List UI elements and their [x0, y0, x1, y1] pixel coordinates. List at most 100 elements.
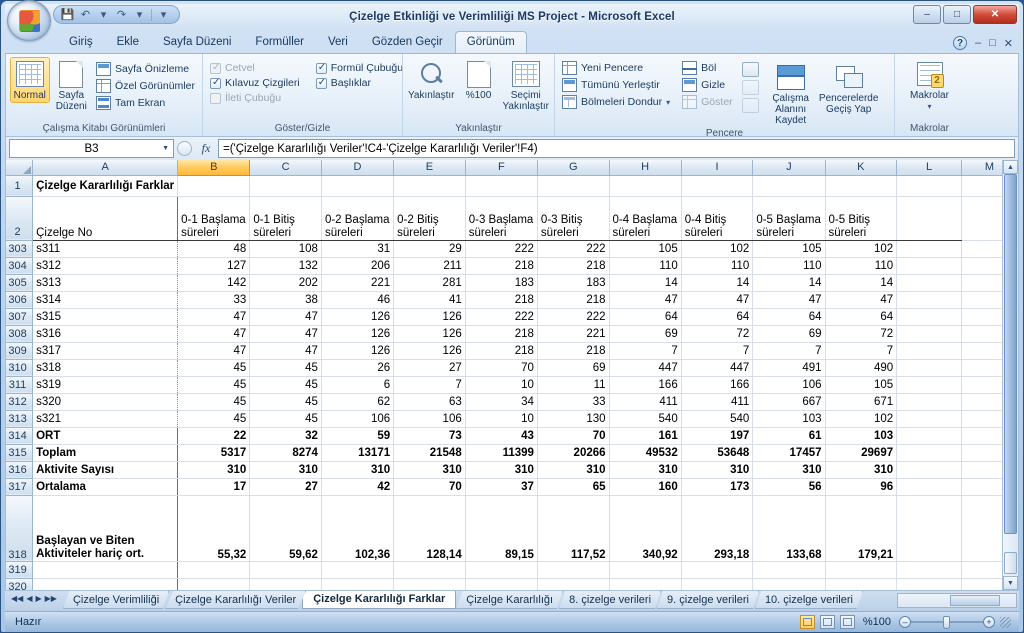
tab-gorunum[interactable]: Görünüm [454, 31, 527, 53]
cell-L320[interactable] [896, 578, 962, 590]
cell-D303[interactable]: 31 [321, 240, 395, 258]
cell-C314[interactable]: 32 [249, 427, 322, 445]
cell-E315[interactable]: 21548 [393, 444, 466, 462]
cell-K308[interactable]: 72 [825, 325, 898, 343]
cell-F310[interactable]: 70 [465, 359, 538, 377]
cell-C310[interactable]: 45 [249, 359, 322, 377]
cell-J304[interactable]: 110 [752, 257, 826, 275]
cell-H319[interactable] [609, 561, 682, 579]
cell-B317[interactable]: 17 [177, 478, 251, 496]
cell-L309[interactable] [896, 342, 962, 360]
row-header[interactable]: 319 [6, 561, 34, 579]
cell-i2[interactable]: 0-4 Bitiş süreleri [681, 196, 754, 241]
zoom-button[interactable]: Yakınlaştır [407, 57, 456, 103]
cell-a309[interactable]: s317 [32, 342, 179, 360]
cell-K306[interactable]: 47 [825, 291, 898, 309]
cell-E309[interactable]: 126 [393, 342, 466, 360]
cell-d2[interactable]: 0-2 Başlama süreleri [321, 196, 395, 241]
cell-F307[interactable]: 222 [465, 308, 538, 326]
sheet-tab-cizelge-verimliligi[interactable]: Çizelge Verimliliği [62, 591, 170, 609]
cell-K310[interactable]: 490 [825, 359, 898, 377]
cell-H312[interactable]: 411 [609, 393, 682, 411]
cell-a313[interactable]: s321 [32, 410, 179, 428]
cell-G319[interactable] [537, 561, 610, 579]
cell-a317[interactable]: Ortalama [32, 478, 179, 496]
row-header[interactable]: 317 [6, 478, 34, 496]
cell-L315[interactable] [896, 444, 962, 462]
cell-H320[interactable] [609, 578, 682, 590]
cell-a311[interactable]: s319 [32, 376, 179, 394]
cell-K307[interactable]: 64 [825, 308, 898, 326]
cell-F316[interactable]: 310 [465, 461, 538, 479]
cell-J310[interactable]: 491 [752, 359, 826, 377]
cell-K313[interactable]: 102 [825, 410, 898, 428]
cell-C309[interactable]: 47 [249, 342, 322, 360]
cell-L307[interactable] [896, 308, 962, 326]
column-header-d[interactable]: D [321, 160, 395, 176]
tab-ekle[interactable]: Ekle [105, 31, 151, 53]
horizontal-scroll-thumb[interactable] [950, 595, 1000, 606]
normal-view-button[interactable]: Normal [10, 57, 50, 103]
cell-L310[interactable] [896, 359, 962, 377]
cell-E312[interactable]: 63 [393, 393, 466, 411]
cell-a310[interactable]: s318 [32, 359, 179, 377]
column-header-g[interactable]: G [537, 160, 610, 176]
cell-F305[interactable]: 183 [465, 274, 538, 292]
cell-H311[interactable]: 166 [609, 376, 682, 394]
cell-E304[interactable]: 211 [393, 257, 466, 275]
cell-a303[interactable]: s311 [32, 240, 179, 258]
column-header-b[interactable]: B [177, 160, 251, 176]
cell-f2[interactable]: 0-3 Başlama süreleri [465, 196, 538, 241]
sheet-tab-10-cizelge[interactable]: 10. çizelge verileri [754, 591, 863, 609]
cell-a1[interactable]: Çizelge Kararlılığı Farklar [32, 175, 179, 197]
cell-B310[interactable]: 45 [177, 359, 251, 377]
cell-F314[interactable]: 43 [465, 427, 538, 445]
cell-H317[interactable]: 160 [609, 478, 682, 496]
cell-F312[interactable]: 34 [465, 393, 538, 411]
cell-I318[interactable]: 293,18 [681, 495, 754, 562]
row-header[interactable]: 308 [6, 325, 34, 343]
cell-G307[interactable]: 222 [537, 308, 610, 326]
cell-D309[interactable]: 126 [321, 342, 395, 360]
cell-E311[interactable]: 7 [393, 376, 466, 394]
row-header[interactable]: 303 [6, 240, 34, 258]
cell-C317[interactable]: 27 [249, 478, 322, 496]
insert-function-icon[interactable]: fx [194, 141, 218, 156]
select-all-corner[interactable] [6, 160, 34, 176]
cell-J309[interactable]: 7 [752, 342, 826, 360]
cell-I304[interactable]: 110 [681, 257, 754, 275]
cell-L306[interactable] [896, 291, 962, 309]
arrange-all-button[interactable]: Tümünü Yerleştir [559, 77, 673, 93]
cell-a307[interactable]: s315 [32, 308, 179, 326]
tab-giris[interactable]: Giriş [57, 31, 105, 53]
row-header[interactable]: 307 [6, 308, 34, 326]
cell-K317[interactable]: 96 [825, 478, 898, 496]
page-break-icon[interactable] [839, 615, 855, 629]
page-preview-button[interactable]: Sayfa Önizleme [93, 61, 198, 77]
name-box[interactable]: B3 ▼ [9, 139, 174, 158]
cell-C319[interactable] [249, 561, 322, 579]
checkbox-kilavuz-cizgileri[interactable]: Kılavuz Çizgileri [207, 76, 303, 90]
cell-a318[interactable]: Başlayan ve Biten Aktiviteler hariç ort. [32, 495, 179, 562]
full-screen-button[interactable]: Tam Ekran [93, 95, 198, 111]
cell-H309[interactable]: 7 [609, 342, 682, 360]
cell-L303[interactable] [896, 240, 962, 258]
cell-C312[interactable]: 45 [249, 393, 322, 411]
cell-F306[interactable]: 218 [465, 291, 538, 309]
cell-J318[interactable]: 133,68 [752, 495, 826, 562]
tab-veri[interactable]: Veri [316, 31, 360, 53]
chevron-down-icon[interactable]: ▼ [162, 145, 169, 152]
zoom-slider[interactable]: – + [899, 615, 995, 629]
cell-F315[interactable]: 11399 [465, 444, 538, 462]
cell-B311[interactable]: 45 [177, 376, 251, 394]
prev-sheet-icon[interactable]: ◀ [26, 594, 32, 603]
cell-I314[interactable]: 197 [681, 427, 754, 445]
cell-I306[interactable]: 47 [681, 291, 754, 309]
close-button[interactable]: ✕ [973, 5, 1017, 24]
cell-J316[interactable]: 310 [752, 461, 826, 479]
cell-D315[interactable]: 13171 [321, 444, 395, 462]
cell-C306[interactable]: 38 [249, 291, 322, 309]
cell-B303[interactable]: 48 [177, 240, 251, 258]
cell-H313[interactable]: 540 [609, 410, 682, 428]
cell-H314[interactable]: 161 [609, 427, 682, 445]
